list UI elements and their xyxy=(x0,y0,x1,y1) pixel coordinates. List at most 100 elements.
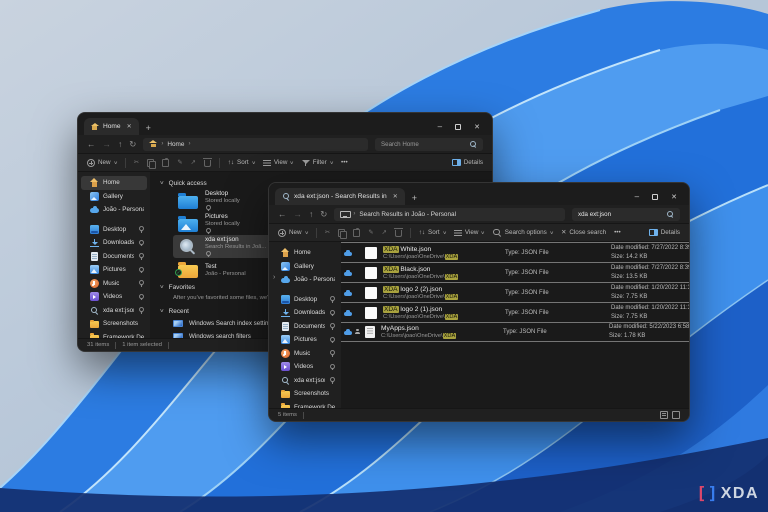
file-row[interactable]: XDA logo 2 (1).json C:\Users\joao\OneDri… xyxy=(341,302,689,322)
sidebar-item[interactable]: › xda ext:json xyxy=(272,374,338,388)
sidebar-item[interactable]: Documents xyxy=(81,250,147,264)
delete-button[interactable] xyxy=(395,228,402,237)
close-search-button[interactable]: ✕ Close search xyxy=(561,229,606,236)
refresh-icon[interactable]: ↻ xyxy=(129,140,136,149)
file-row[interactable]: XDA Black.json C:\Users\joao\OneDrive\XD… xyxy=(341,262,689,282)
sidebar-item[interactable]: Videos xyxy=(81,290,147,304)
up-icon[interactable]: ↑ xyxy=(309,210,313,219)
tab-close-icon[interactable]: ✕ xyxy=(393,193,398,200)
onedrive-cloud-icon xyxy=(344,250,352,256)
sidebar-item[interactable]: xda ext:json xyxy=(81,304,147,318)
close-button[interactable]: ✕ xyxy=(671,193,677,201)
sidebar-item[interactable]: › Screenshots xyxy=(272,387,338,401)
file-date-size: Date modified: 7/27/2022 8:39 PM Size: 1… xyxy=(611,264,683,282)
expander-chevron-icon[interactable]: › xyxy=(273,274,275,281)
sidebar-item[interactable]: João - Personal xyxy=(81,203,147,217)
filter-button[interactable]: Filter ∨ xyxy=(302,159,333,167)
folder-icon xyxy=(281,391,290,398)
more-button[interactable]: ••• xyxy=(341,159,348,166)
file-path: C:\Users\joao\OneDrive\XDA xyxy=(383,294,505,300)
close-button[interactable]: ✕ xyxy=(474,123,480,131)
file-size: Size: 7.75 KB xyxy=(611,314,647,320)
file-row[interactable]: XDA White.json C:\Users\joao\OneDrive\XD… xyxy=(341,242,689,262)
tile-subtitle: João - Personal xyxy=(205,271,246,277)
sidebar-item[interactable]: Pictures xyxy=(81,263,147,277)
forward-icon[interactable]: → xyxy=(103,140,112,149)
breadcrumb[interactable]: Home xyxy=(167,141,184,148)
sort-button[interactable]: ↑↓ Sort ∨ xyxy=(228,159,255,166)
sort-button[interactable]: ↑↓ Sort ∨ xyxy=(419,229,446,236)
cut-button[interactable]: ✂ xyxy=(134,159,139,166)
sidebar-item[interactable]: › Downloads xyxy=(272,306,338,320)
sidebar-item[interactable]: Downloads xyxy=(81,236,147,250)
sidebar-item[interactable]: Framework Desk xyxy=(81,331,147,339)
sidebar-item[interactable]: Music xyxy=(81,277,147,291)
sidebar-item[interactable]: › Music xyxy=(272,347,338,361)
sidebar-item[interactable]: Home xyxy=(81,176,147,190)
sidebar-item[interactable]: › Pictures xyxy=(272,333,338,347)
paste-button[interactable] xyxy=(162,159,169,167)
sidebar-item[interactable]: Desktop xyxy=(81,223,147,237)
file-row[interactable]: XDA logo 2 (2).json C:\Users\joao\OneDri… xyxy=(341,282,689,302)
tab-home[interactable]: Home ✕ xyxy=(84,118,139,135)
forward-icon[interactable]: → xyxy=(294,210,303,219)
large-icons-view-button[interactable] xyxy=(672,411,680,419)
new-button[interactable]: New ∨ xyxy=(278,229,308,237)
new-tab-button[interactable]: + xyxy=(146,123,151,133)
minimize-button[interactable]: – xyxy=(438,122,442,131)
sidebar-item[interactable]: › Home xyxy=(272,246,338,260)
tab-bar: xda ext:json - Search Results in ✕ + – ✕ xyxy=(269,183,689,205)
videos-icon xyxy=(90,292,99,301)
back-icon[interactable]: ← xyxy=(278,210,287,219)
sidebar-item[interactable]: › João - Personal xyxy=(272,273,338,287)
details-button[interactable]: Details xyxy=(452,159,483,166)
new-button[interactable]: New ∨ xyxy=(87,159,117,167)
address-bar[interactable]: › Home › xyxy=(143,138,368,151)
search-input[interactable]: Search Home xyxy=(375,138,483,151)
share-button[interactable]: ↗ xyxy=(190,159,195,166)
maximize-button[interactable] xyxy=(455,124,461,130)
pin-icon xyxy=(138,307,144,314)
onedrive-cloud-icon xyxy=(344,329,352,335)
view-button[interactable]: View ∨ xyxy=(454,229,485,237)
sidebar-item-label: Home xyxy=(103,179,120,186)
sidebar-item[interactable]: › Videos xyxy=(272,360,338,374)
sidebar-item[interactable]: Screenshots xyxy=(81,317,147,331)
tab-search-results[interactable]: xda ext:json - Search Results in ✕ xyxy=(275,188,405,205)
search-options-button[interactable]: Search options ∨ xyxy=(493,228,553,237)
search-highlight: XDA xyxy=(445,294,459,300)
search-input[interactable]: xda ext:json xyxy=(572,208,680,221)
more-button[interactable]: ••• xyxy=(614,229,621,236)
rename-button[interactable]: ✎ xyxy=(177,159,182,166)
address-bar[interactable]: › Search Results in João - Personal xyxy=(334,208,565,221)
sidebar-item[interactable]: › Documents xyxy=(272,320,338,334)
sidebar-item[interactable]: › Gallery xyxy=(272,260,338,274)
refresh-icon[interactable]: ↻ xyxy=(320,210,327,219)
file-row[interactable]: MyApps.json C:\Users\joao\OneDrive\XDA T… xyxy=(341,322,689,342)
divider xyxy=(168,342,169,349)
maximize-button[interactable] xyxy=(652,194,658,200)
divider xyxy=(410,228,411,238)
copy-button[interactable] xyxy=(147,159,154,167)
sidebar-item[interactable]: › Desktop xyxy=(272,293,338,307)
view-button[interactable]: View ∨ xyxy=(263,159,294,167)
rename-button[interactable]: ✎ xyxy=(368,229,373,236)
breadcrumb[interactable]: Search Results in João - Personal xyxy=(359,211,456,218)
paste-button[interactable] xyxy=(353,229,360,237)
tile-name: Test xyxy=(205,263,246,270)
delete-button[interactable] xyxy=(204,158,211,167)
up-icon[interactable]: ↑ xyxy=(118,140,122,149)
copy-button[interactable] xyxy=(338,229,345,237)
sidebar-item[interactable]: Gallery xyxy=(81,190,147,204)
cut-button[interactable]: ✂ xyxy=(325,229,330,236)
pin-icon xyxy=(329,309,335,316)
share-button[interactable]: ↗ xyxy=(381,229,386,236)
details-view-button[interactable] xyxy=(660,411,668,419)
details-button[interactable]: Details xyxy=(649,229,680,236)
back-icon[interactable]: ← xyxy=(87,140,96,149)
file-date-size: Date modified: 1/20/2022 11:38 PM Size: … xyxy=(611,304,683,322)
minimize-button[interactable]: – xyxy=(635,192,639,201)
tab-close-icon[interactable]: ✕ xyxy=(127,123,132,130)
new-tab-button[interactable]: + xyxy=(412,193,417,203)
sidebar-item[interactable]: › Framework Desk xyxy=(272,401,338,409)
